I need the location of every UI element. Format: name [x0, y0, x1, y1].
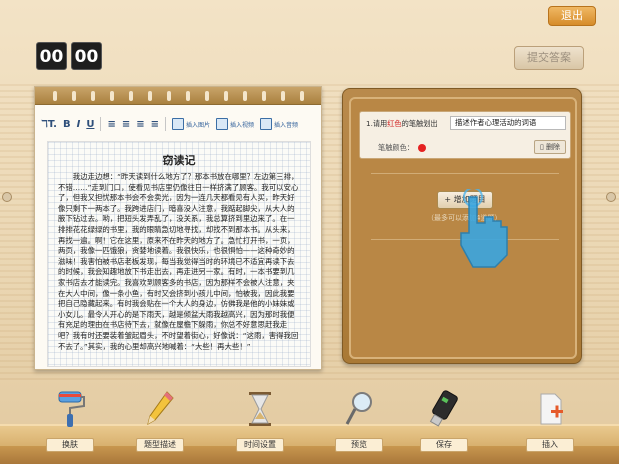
question-prefix: 1.请用 [366, 119, 388, 128]
submit-answer-button[interactable]: 提交答案 [514, 46, 584, 70]
question-panel: 1.请用红色的笔触划出 描述作者心理活动的词语 笔触颜色： ▯ 删除 + 增加题… [342, 88, 582, 364]
question-suffix: 的笔触划出 [401, 119, 438, 128]
insert-image-label: 插入图片 [186, 121, 211, 129]
skin-tool[interactable]: 换肤 [40, 390, 100, 452]
paint-roller-icon [58, 391, 85, 427]
save-tool[interactable]: 保存 [414, 390, 474, 452]
pointing-hand-icon [460, 189, 508, 268]
font-size-icon[interactable]: ℸT. [41, 119, 57, 130]
insert-label: 插入 [526, 438, 574, 452]
question-card: 1.请用红色的笔触划出 描述作者心理活动的词语 笔触颜色： ▯ 删除 [359, 111, 571, 159]
insert-audio-button[interactable]: 插入音频 [260, 118, 298, 130]
align-center-icon[interactable]: ≡ [122, 119, 130, 130]
timer-minutes: 00 [36, 42, 67, 70]
text-editor-panel: ℸT. B I U ≡ ≡ ≡ ≡ 插入图片 插入视频 插入音频 窃读记 我边走… [34, 86, 322, 370]
insert-tool[interactable]: 插入 [520, 390, 580, 452]
question-type-tool[interactable]: 题型描述 [130, 390, 190, 452]
delete-label: 删除 [546, 143, 561, 151]
plus-icon: + [444, 195, 452, 204]
article-title: 窃读记 [162, 154, 196, 167]
italic-icon[interactable]: I [77, 119, 81, 130]
reading-text-area[interactable]: 窃读记 我边走边想：“昨天读到什么地方了？那本书放在哪里？左边第三排，不错……”… [47, 141, 311, 367]
insert-video-button[interactable]: 插入视频 [216, 118, 254, 130]
audio-icon [260, 118, 273, 130]
app-stage: 退出 00 00 提交答案 ℸT. B I U ≡ ≡ ≡ ≡ 插入图片 插入视… [0, 0, 619, 464]
question-instruction: 1.请用红色的笔触划出 [366, 119, 438, 129]
video-icon [216, 118, 229, 130]
underline-icon[interactable]: U [86, 119, 94, 130]
insert-image-button[interactable]: 插入图片 [172, 118, 210, 130]
right-nav-knob[interactable] [606, 192, 616, 202]
bold-icon[interactable]: B [63, 119, 71, 130]
skin-label: 换肤 [46, 438, 94, 452]
countdown-timer: 00 00 [36, 42, 102, 70]
notebook-binding [35, 87, 321, 105]
insert-audio-label: 插入音频 [274, 121, 299, 129]
delete-button[interactable]: ▯ 删除 [534, 140, 566, 154]
timer-seconds: 00 [71, 42, 102, 70]
toolbar-divider [165, 117, 166, 131]
exit-button[interactable]: 退出 [548, 6, 596, 26]
question-input[interactable]: 描述作者心理活动的词语 [450, 116, 566, 130]
save-label: 保存 [420, 438, 468, 452]
question-color-word: 红色 [387, 119, 402, 128]
pen-color-label: 笔触颜色： [378, 143, 414, 152]
pen-color-row: 笔触颜色： [378, 143, 426, 153]
insert-video-label: 插入视频 [230, 121, 255, 129]
align-right-icon[interactable]: ≡ [136, 119, 144, 130]
hourglass-icon [249, 392, 271, 426]
panel-divider [371, 173, 559, 174]
left-nav-knob[interactable] [2, 192, 12, 202]
preview-label: 预览 [335, 438, 383, 452]
image-icon [172, 118, 184, 130]
preview-tool[interactable]: 预览 [329, 390, 389, 452]
editor-toolbar: ℸT. B I U ≡ ≡ ≡ ≡ 插入图片 插入视频 插入音频 [41, 113, 317, 135]
question-panel-inner: 1.请用红色的笔触划出 描述作者心理活动的词语 笔触颜色： ▯ 删除 + 增加题… [349, 97, 577, 359]
usb-drive-icon [429, 390, 458, 427]
trash-icon: ▯ [539, 143, 544, 151]
pen-color-swatch[interactable] [417, 144, 426, 152]
magnifier-icon [345, 392, 372, 425]
time-setting-tool[interactable]: 时间设置 [230, 390, 290, 452]
insert-doc-icon [540, 393, 563, 425]
article-body: 我边走边想：“昨天读到什么地方了？那本书放在哪里？左边第三排，不错……”走到门口… [58, 172, 299, 351]
pencil-icon [147, 391, 174, 426]
question-type-label: 题型描述 [136, 438, 184, 452]
align-left-icon[interactable]: ≡ [107, 119, 115, 130]
align-justify-icon[interactable]: ≡ [151, 119, 159, 130]
toolbar-divider [100, 117, 102, 131]
time-setting-label: 时间设置 [236, 438, 284, 452]
